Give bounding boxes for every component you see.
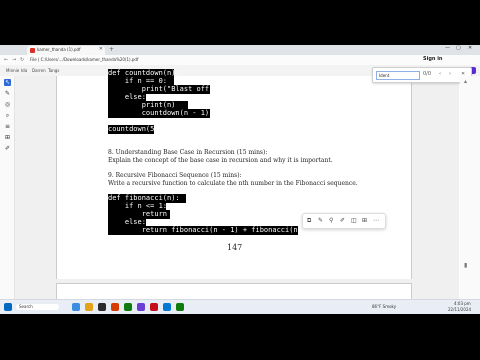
tab-close-icon[interactable]: ✕: [99, 46, 103, 52]
annotate-icon[interactable]: ✎: [318, 217, 323, 224]
taskbar: Search 86°F Smoky 4:03 pm 22/11/2024: [0, 299, 480, 314]
find-prev-icon[interactable]: ‹: [439, 71, 441, 77]
scroll-thumb-icon[interactable]: ▮: [464, 262, 467, 269]
letterbox-bottom: [0, 314, 480, 360]
close-window-icon[interactable]: ✕: [468, 45, 472, 51]
sign-in-button[interactable]: Sign in: [423, 56, 442, 62]
toolbar-item[interactable]: Tangs: [48, 68, 59, 73]
weather-widget[interactable]: 86°F Smoky: [372, 304, 396, 309]
table-icon[interactable]: ⊞: [362, 217, 367, 224]
section-8-title: 8. Understanding Base Case in Recursion …: [108, 149, 268, 156]
screen: kamer_thanda (1).pdf ✕ + — ▢ ✕ ← → ↻ Fil…: [0, 45, 480, 314]
reload-icon[interactable]: ↻: [20, 57, 24, 63]
select-tool-icon[interactable]: ↖: [4, 79, 11, 86]
vertical-scrollbar[interactable]: ▴ ▮: [460, 76, 480, 314]
sidebar-icon[interactable]: ◫: [351, 217, 357, 224]
taskbar-search[interactable]: Search: [16, 304, 59, 310]
taskbar-app-icon[interactable]: [72, 303, 80, 311]
taskbar-app-icon[interactable]: [163, 303, 171, 311]
section-8-body: Explain the concept of the base case in …: [108, 157, 333, 164]
letterbox-top: [0, 0, 480, 45]
address-bar[interactable]: File | C:/Users/…/Downloads/kamer_thanda…: [30, 57, 138, 62]
pdf-icon: [30, 48, 35, 53]
selection-toolbar: ⧉ ✎ ⚲ ✐ ◫ ⊞ ⋯: [302, 213, 386, 229]
copy-icon[interactable]: ⧉: [307, 217, 311, 225]
draw-icon[interactable]: ✐: [340, 217, 345, 224]
taskbar-app-icon[interactable]: [176, 303, 184, 311]
edit-tool-icon[interactable]: ✐: [4, 145, 11, 152]
start-icon[interactable]: [4, 303, 12, 311]
code-call: countdown(5): [108, 125, 159, 134]
new-tab-button[interactable]: +: [109, 46, 114, 53]
taskbar-app-icon[interactable]: [111, 303, 119, 311]
grid-tool-icon[interactable]: ⊞: [4, 134, 11, 141]
browser-tab[interactable]: kamer_thanda (1).pdf ✕: [27, 46, 105, 55]
find-input[interactable]: Ident: [376, 71, 420, 80]
draw-tool-icon[interactable]: ✎: [4, 90, 11, 97]
back-icon[interactable]: ←: [4, 57, 8, 63]
page-number: 147: [227, 243, 243, 252]
address-row: ← → ↻ File | C:/Users/…/Downloads/kamer_…: [0, 55, 480, 65]
toolbar-item[interactable]: Minnie: [6, 68, 19, 73]
code-line: countdown(n - 1): [108, 109, 210, 118]
maximize-icon[interactable]: ▢: [456, 45, 461, 51]
more-icon[interactable]: ⋯: [373, 217, 379, 224]
clock-date[interactable]: 22/11/2024: [448, 307, 471, 312]
find-next-icon[interactable]: ›: [449, 71, 451, 77]
minimize-icon[interactable]: —: [445, 45, 450, 51]
taskbar-app-icon[interactable]: [98, 303, 106, 311]
section-9-body: Write a recursive function to calculate …: [108, 180, 358, 187]
taskbar-app-icon[interactable]: [137, 303, 145, 311]
highlight-tool-icon[interactable]: ◎: [4, 101, 11, 108]
clock-time[interactable]: 4:03 pm: [454, 301, 471, 306]
toolbar-item[interactable]: Ida: [21, 68, 27, 73]
section-9-title: 9. Recursive Fibonacci Sequence (15 mins…: [108, 172, 242, 179]
list-tool-icon[interactable]: ≡: [4, 123, 11, 130]
find-count: 0/0: [423, 71, 432, 77]
taskbar-app-icon[interactable]: [85, 303, 93, 311]
toolbar-item[interactable]: Darren: [32, 68, 46, 73]
code-line: return fibonacci(n - 1) + fibonacci(n - …: [108, 226, 319, 235]
find-bar: Ident 0/0 ‹ › ✕: [372, 67, 472, 83]
scroll-up-icon[interactable]: ▴: [464, 78, 467, 85]
tab-strip: kamer_thanda (1).pdf ✕ + — ▢ ✕: [0, 45, 480, 55]
search-tool-icon[interactable]: ⌕: [4, 112, 11, 119]
tab-title: kamer_thanda (1).pdf: [37, 47, 81, 52]
forward-icon[interactable]: →: [12, 57, 16, 63]
search-icon[interactable]: ⚲: [329, 217, 333, 224]
taskbar-app-icon[interactable]: [124, 303, 132, 311]
tool-rail: ↖ ✎ ◎ ⌕ ≡ ⊞ ✐: [0, 76, 15, 314]
taskbar-app-icon[interactable]: [150, 303, 158, 311]
